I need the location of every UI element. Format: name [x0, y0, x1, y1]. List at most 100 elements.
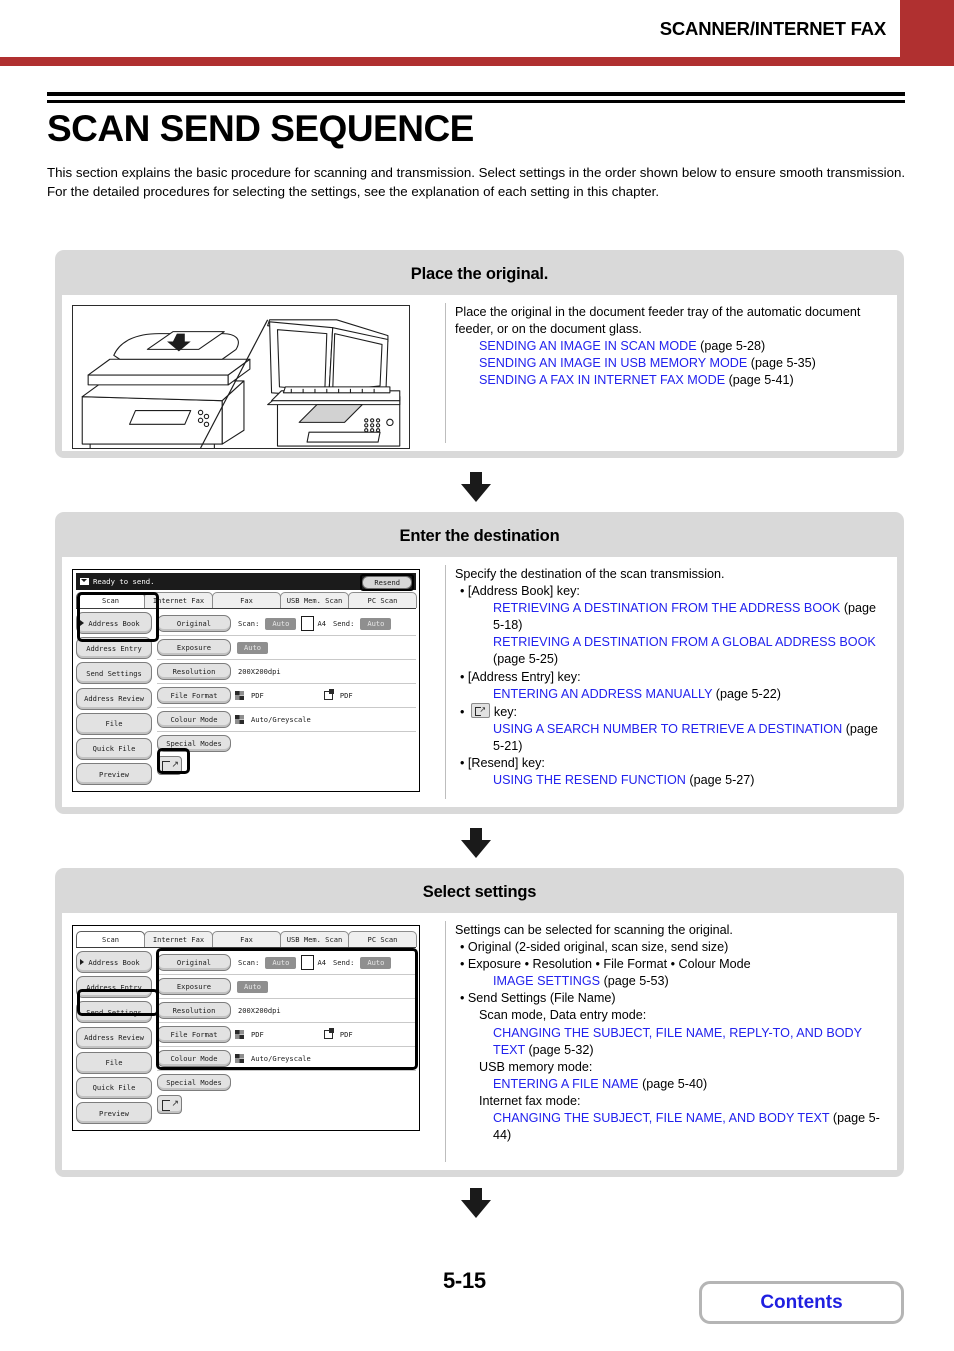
sidekey-send-settings[interactable]: Send Settings — [76, 662, 152, 685]
tab-scan[interactable]: Scan — [76, 592, 145, 608]
search-number-key-icon[interactable] — [157, 1094, 182, 1114]
tab-pc-scan[interactable]: PC Scan — [348, 592, 417, 608]
row-file-format: File Format PDF PDF — [157, 684, 416, 708]
contents-button[interactable]: Contents — [699, 1281, 904, 1324]
link-changing-subject-filename-bodytext[interactable]: CHANGING THE SUBJECT, FILE NAME, AND BOD… — [493, 1111, 829, 1125]
step-panel-place-original: Place the original. Place the original i… — [55, 250, 904, 458]
flow-arrow-down-icon — [461, 828, 491, 860]
lcd-tab-bar: Scan Internet Fax Fax USB Mem. Scan PC S… — [76, 592, 417, 608]
tab-internet-fax[interactable]: Internet Fax — [144, 931, 213, 947]
key-special-modes[interactable]: Special Modes — [157, 735, 231, 752]
intro-line-1: This section explains the basic procedur… — [47, 165, 906, 180]
tab-usb-mem-scan[interactable]: USB Mem. Scan — [280, 931, 349, 947]
sidekey-address-entry[interactable]: Address Entry — [76, 637, 152, 660]
colour-quad-icon — [235, 715, 244, 724]
tab-pc-scan[interactable]: PC Scan — [348, 931, 417, 947]
key-exposure[interactable]: Exposure — [157, 639, 231, 656]
contents-button-label: Contents — [760, 1291, 843, 1313]
key-file-format[interactable]: File Format — [157, 687, 231, 704]
row-original: Original Scan: Auto A4 Send: Auto — [157, 951, 416, 975]
colour-mode-value: Auto/Greyscale — [251, 1054, 311, 1063]
resolution-value: 200X200dpi — [238, 1006, 281, 1015]
key-resolution[interactable]: Resolution — [157, 663, 231, 680]
link-page-ref: (page 5-53) — [603, 974, 669, 989]
sidekey-preview[interactable]: Preview — [76, 1102, 152, 1125]
triangle-icon — [80, 959, 84, 965]
tab-fax[interactable]: Fax — [212, 931, 281, 947]
send-size-badge[interactable]: Auto — [360, 617, 392, 630]
tab-usb-mem-scan[interactable]: USB Mem. Scan — [280, 592, 349, 608]
link-retrieving-destination-global-address-book[interactable]: RETRIEVING A DESTINATION FROM A GLOBAL A… — [493, 635, 876, 649]
key-special-modes[interactable]: Special Modes — [157, 1074, 231, 1091]
step-1-link-row: SENDING AN IMAGE IN SCAN MODE (page 5-28… — [455, 338, 883, 355]
lcd-main-area: Address Book Address Entry Send Settings… — [76, 947, 416, 1127]
link-entering-file-name[interactable]: ENTERING A FILE NAME — [493, 1077, 639, 1091]
link-retrieving-destination-address-book[interactable]: RETRIEVING A DESTINATION FROM THE ADDRES… — [493, 601, 840, 615]
title-rule-bottom — [47, 100, 905, 103]
search-number-key-icon[interactable] — [471, 702, 491, 718]
link-sending-fax-internet-fax-mode[interactable]: SENDING A FAX IN INTERNET FAX MODE — [479, 373, 725, 387]
link-sending-image-scan-mode[interactable]: SENDING AN IMAGE IN SCAN MODE — [479, 339, 697, 353]
operation-panel-mock-destination: Ready to send. Resend Scan Internet Fax … — [72, 569, 420, 793]
link-using-resend-function[interactable]: USING THE RESEND FUNCTION — [493, 773, 686, 787]
row-resolution: Resolution 200X200dpi — [157, 999, 416, 1023]
tab-internet-fax[interactable]: Internet Fax — [144, 592, 213, 608]
sidekey-address-review[interactable]: Address Review — [76, 687, 152, 710]
tab-fax[interactable]: Fax — [212, 592, 281, 608]
sidekey-file[interactable]: File — [76, 1051, 152, 1074]
size-value: A4 — [317, 619, 326, 628]
sidekey-preview[interactable]: Preview — [76, 763, 152, 786]
key-colour-mode[interactable]: Colour Mode — [157, 711, 231, 728]
link-entering-address-manually[interactable]: ENTERING AN ADDRESS MANUALLY — [493, 687, 712, 701]
key-file-format[interactable]: File Format — [157, 1026, 231, 1043]
size-value: A4 — [317, 958, 326, 967]
row-search-number — [157, 1094, 416, 1114]
lcd-status-text: Ready to send. — [93, 577, 155, 586]
step-3-text: Settings can be selected for scanning th… — [446, 913, 897, 1170]
sidekey-address-entry[interactable]: Address Entry — [76, 976, 152, 999]
scan-size-badge[interactable]: Auto — [265, 956, 297, 969]
link-image-settings[interactable]: IMAGE SETTINGS — [493, 974, 600, 988]
key-original[interactable]: Original — [157, 615, 231, 632]
sidekey-address-book[interactable]: Address Book — [76, 612, 152, 634]
step-3-link-row: CHANGING THE SUBJECT, FILE NAME, AND BOD… — [455, 1110, 883, 1144]
link-sending-image-usb-memory-mode[interactable]: SENDING AN IMAGE IN USB MEMORY MODE — [479, 356, 747, 370]
mode-label-scan: Scan mode, Data entry mode: — [479, 1008, 647, 1023]
key-colour-mode[interactable]: Colour Mode — [157, 1050, 231, 1067]
mode-label-usb: USB memory mode: — [479, 1059, 593, 1074]
lcd-status-bar: Ready to send. Resend — [76, 573, 416, 591]
send-size-badge[interactable]: Auto — [360, 956, 392, 969]
step-2-text: Specify the destination of the scan tran… — [446, 557, 897, 807]
step-2-link-row: USING A SEARCH NUMBER TO RETRIEVE A DEST… — [455, 721, 883, 755]
page-number: 5-15 — [443, 1268, 486, 1293]
key-resolution[interactable]: Resolution — [157, 1002, 231, 1019]
mono-quad-icon — [323, 689, 334, 700]
key-exposure[interactable]: Exposure — [157, 978, 231, 995]
step-3-link-row: IMAGE SETTINGS (page 5-53) — [455, 973, 883, 990]
resend-highlight: Resend — [360, 574, 414, 591]
row-colour-mode: Colour Mode Auto/Greyscale — [157, 1047, 416, 1071]
link-using-search-number[interactable]: USING A SEARCH NUMBER TO RETRIEVE A DEST… — [493, 722, 842, 736]
sidekey-quick-file[interactable]: Quick File — [76, 1076, 152, 1099]
exposure-badge[interactable]: Auto — [237, 980, 269, 993]
sidekey-address-book[interactable]: Address Book — [76, 951, 152, 973]
flow-arrow-down-icon — [461, 472, 491, 504]
page-header: SCANNER/INTERNET FAX — [0, 0, 954, 66]
scan-label: Scan: — [238, 619, 260, 628]
step-3-bullet-original: • Original (2-sided original, scan size,… — [460, 940, 729, 955]
sidekey-address-review[interactable]: Address Review — [76, 1026, 152, 1049]
copier-line-art-icon — [81, 319, 401, 448]
scan-size-badge[interactable]: Auto — [265, 617, 297, 630]
tab-scan[interactable]: Scan — [76, 931, 145, 947]
sidekey-send-settings[interactable]: Send Settings — [76, 1001, 152, 1024]
exposure-badge[interactable]: Auto — [237, 641, 269, 654]
sidekey-file[interactable]: File — [76, 712, 152, 735]
key-original[interactable]: Original — [157, 954, 231, 971]
step-3-intro: Settings can be selected for scanning th… — [455, 923, 733, 937]
search-number-key-icon[interactable] — [157, 755, 182, 775]
step-panel-select-settings: Select settings Scan Internet Fax Fax US… — [55, 868, 904, 1177]
sidekey-quick-file[interactable]: Quick File — [76, 737, 152, 760]
mail-icon — [80, 578, 89, 585]
colour-mode-value: Auto/Greyscale — [251, 715, 311, 724]
resend-button[interactable]: Resend — [362, 576, 412, 589]
